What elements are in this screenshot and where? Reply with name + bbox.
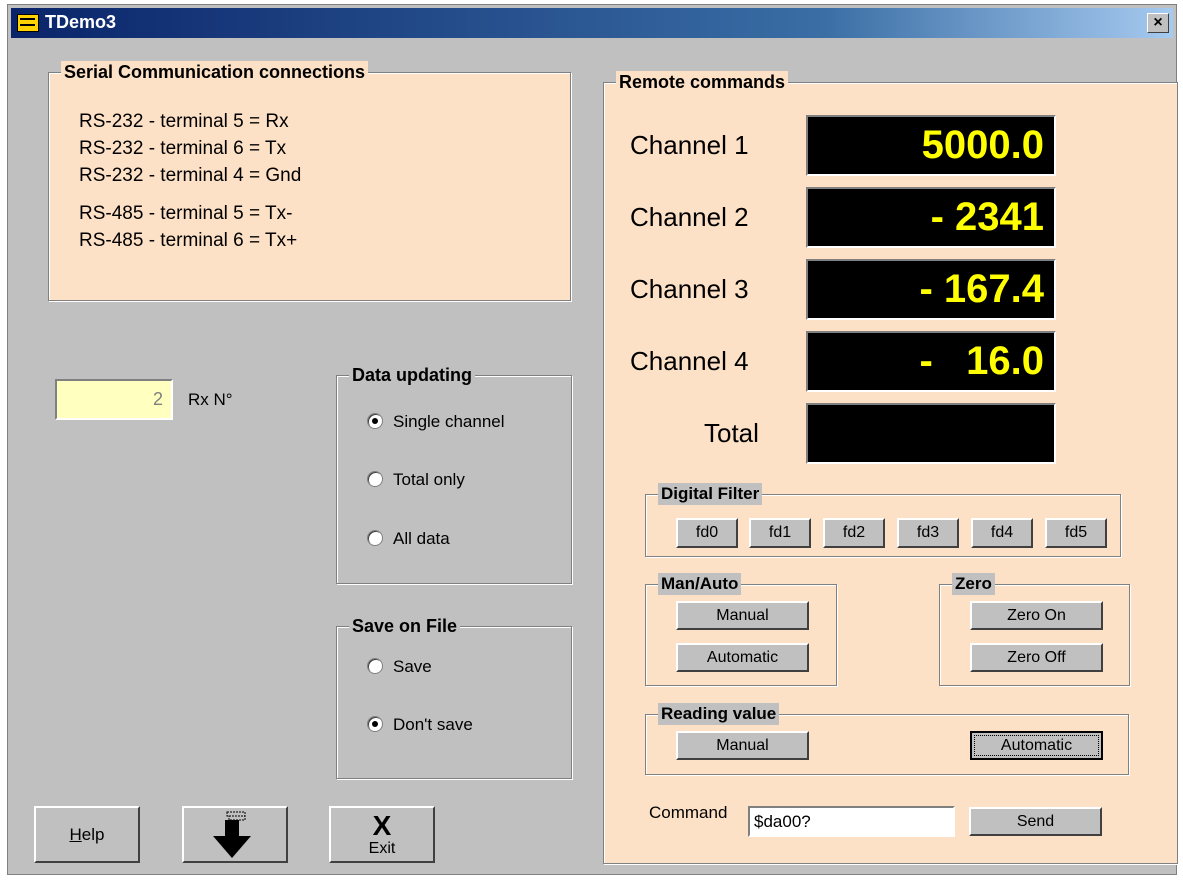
channel-4-display: - 16.0 [806, 331, 1056, 392]
radio-dont-save[interactable]: Don't save [367, 715, 473, 735]
serial-line: RS-485 - terminal 6 = Tx+ [79, 230, 298, 251]
radio-button-selected[interactable] [367, 716, 383, 732]
man-auto-automatic-button[interactable]: Automatic [676, 643, 809, 672]
reading-value-group: Reading value Manual Automatic [645, 703, 1129, 775]
serial-connections-group: Serial Communication connections RS-232 … [48, 61, 571, 301]
zero-title: Zero [952, 573, 995, 595]
help-button-label: elp [81, 825, 105, 844]
window-title: TDemo3 [45, 12, 117, 32]
serial-connections-title: Serial Communication connections [61, 61, 369, 83]
save-on-file-group: Save on File Save Don't save [336, 615, 572, 779]
title-bar[interactable]: TDemo3 × [11, 8, 1173, 38]
man-auto-title: Man/Auto [658, 573, 742, 595]
radio-button[interactable] [367, 471, 383, 487]
man-auto-group: Man/Auto Manual Automatic [645, 573, 837, 686]
command-label: Command [649, 803, 728, 822]
save-on-file-title: Save on File [349, 615, 461, 637]
radio-label: Single channel [393, 412, 505, 431]
send-button[interactable]: Send [969, 807, 1102, 836]
digital-filter-group: Digital Filter fd0 fd1 fd2 fd3 fd4 fd5 [645, 483, 1121, 557]
channel-3-label: Channel 3 [630, 274, 749, 304]
channel-4-label: Channel 4 [630, 346, 749, 376]
rx-number-label: Rx N° [188, 390, 233, 409]
exit-button-label: Exit [368, 840, 396, 857]
serial-line: RS-232 - terminal 6 = Tx [79, 138, 287, 159]
channel-3-display: - 167.4 [806, 259, 1056, 320]
serial-line: RS-232 - terminal 4 = Gnd [79, 165, 302, 186]
fd2-button[interactable]: fd2 [823, 518, 885, 548]
radio-button[interactable] [367, 530, 383, 546]
zero-group: Zero Zero On Zero Off [939, 573, 1130, 686]
radio-label: Don't save [393, 715, 473, 734]
fd3-button[interactable]: fd3 [897, 518, 959, 548]
fd0-button[interactable]: fd0 [676, 518, 738, 548]
zero-on-button[interactable]: Zero On [970, 601, 1103, 630]
channel-2-display: - 2341 [806, 187, 1056, 248]
remote-commands-group: Remote commands Channel 1 5000.0 Channel… [603, 71, 1178, 864]
channel-1-label: Channel 1 [630, 130, 749, 160]
serial-line: RS-485 - terminal 5 = Tx- [79, 203, 293, 224]
fd1-button[interactable]: fd1 [749, 518, 811, 548]
radio-label: Total only [393, 470, 465, 489]
download-button[interactable] [182, 806, 288, 863]
channel-1-display: 5000.0 [806, 115, 1056, 176]
main-window: TDemo3 × Serial Communication connection… [7, 4, 1178, 875]
reading-value-title: Reading value [658, 703, 780, 725]
app-icon [17, 14, 39, 32]
download-arrow-icon [213, 811, 251, 858]
remote-commands-title: Remote commands [616, 71, 789, 93]
help-button-mnemonic: H [69, 825, 82, 844]
fd4-button[interactable]: fd4 [971, 518, 1033, 548]
radio-single-channel[interactable]: Single channel [367, 412, 505, 432]
reading-automatic-button[interactable]: Automatic [970, 731, 1103, 760]
command-input[interactable]: $da00? [748, 806, 955, 837]
total-label: Total [704, 418, 759, 448]
data-updating-title: Data updating [349, 364, 475, 386]
help-button[interactable]: Help [34, 806, 140, 863]
radio-button-selected[interactable] [367, 413, 383, 429]
fd5-button[interactable]: fd5 [1045, 518, 1107, 548]
channel-2-label: Channel 2 [630, 202, 749, 232]
zero-off-button[interactable]: Zero Off [970, 643, 1103, 672]
radio-button[interactable] [367, 658, 383, 674]
close-button[interactable]: × [1147, 13, 1169, 33]
data-updating-group: Data updating Single channel Total only … [336, 364, 572, 584]
man-auto-manual-button[interactable]: Manual [676, 601, 809, 630]
serial-line: RS-232 - terminal 5 = Rx [79, 111, 289, 132]
close-x-icon: X [372, 810, 392, 841]
radio-total-only[interactable]: Total only [367, 470, 465, 490]
total-display [806, 403, 1056, 464]
radio-save[interactable]: Save [367, 657, 432, 677]
radio-label: Save [393, 657, 432, 676]
reading-manual-button[interactable]: Manual [676, 731, 809, 760]
exit-button[interactable]: X Exit [329, 806, 435, 863]
rx-number-field[interactable]: 2 [55, 379, 173, 420]
radio-all-data[interactable]: All data [367, 529, 450, 549]
digital-filter-title: Digital Filter [658, 483, 763, 505]
radio-label: All data [393, 529, 450, 548]
